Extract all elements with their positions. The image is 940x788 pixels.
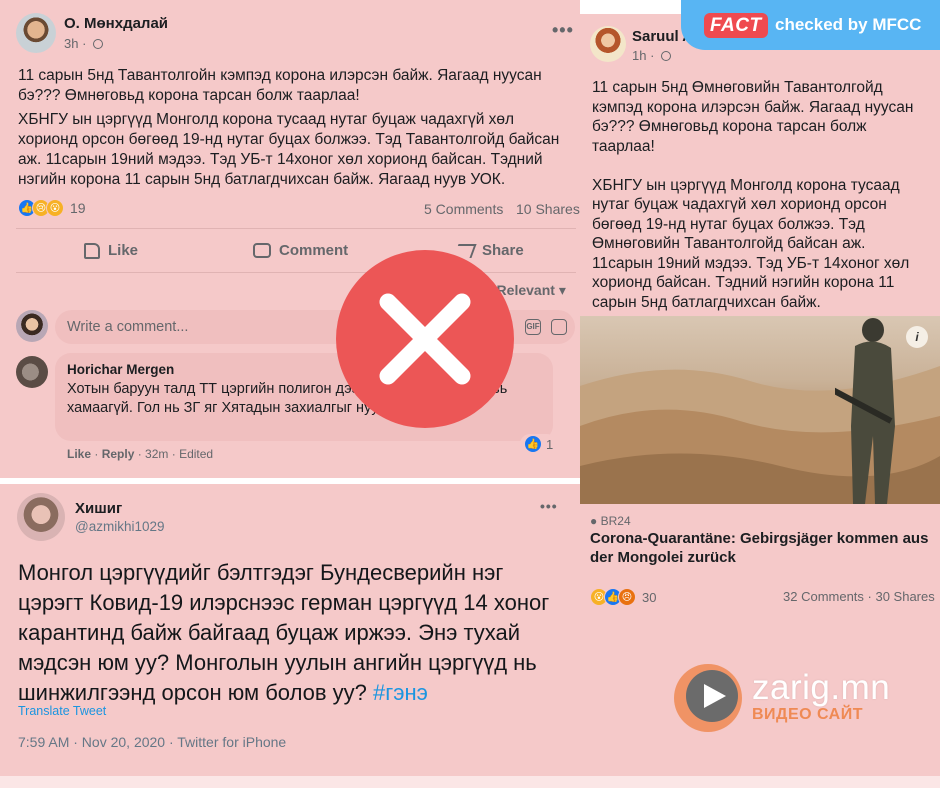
comment-button[interactable]: Comment <box>253 242 348 259</box>
tweet-timestamp[interactable]: 7:59 AM · Nov 20, 2020 · Twitter for iPh… <box>18 734 286 750</box>
chevron-down-icon: ▾ <box>558 282 566 298</box>
comments-count[interactable]: 5 Comments <box>424 201 503 217</box>
watermark-subtitle: ВИДЕО САЙТ <box>752 706 863 723</box>
fact-check-text: checked by MFCC <box>775 15 922 34</box>
post2-stats[interactable]: 32 Comments · 30 Shares <box>783 589 935 604</box>
play-logo-icon <box>674 664 742 732</box>
translate-tweet-link[interactable]: Translate Tweet <box>18 704 106 718</box>
like-reaction-icon: 👍 <box>524 435 542 453</box>
background-tint <box>0 776 940 788</box>
commenter-name[interactable]: Horichar Mergen <box>67 362 174 377</box>
x-mark-icon <box>336 250 514 428</box>
viewer-avatar <box>16 310 48 342</box>
globe-icon <box>661 51 672 61</box>
comment-edited-label: Edited <box>179 447 214 461</box>
comment-reactions[interactable]: 👍 1 <box>520 434 558 454</box>
post2-timestamp[interactable]: 1h · <box>632 48 672 63</box>
post-reactions[interactable]: 👍 😢 😮 19 <box>18 199 86 217</box>
post-author-name[interactable]: О. Мөнхдалай <box>64 15 168 32</box>
comment-actions: Like · Reply · 32m · Edited <box>67 447 214 461</box>
commenter-avatar[interactable] <box>16 356 48 388</box>
post2-text: 11 сарын 5нд Өмнөговийн Тавантолгойд кэм… <box>592 79 914 311</box>
comment-reply-link[interactable]: Reply <box>102 447 135 461</box>
post-author-avatar[interactable] <box>16 13 56 53</box>
tweet-hashtag[interactable]: #гэнэ <box>373 680 428 705</box>
post2-author-avatar[interactable] <box>590 26 626 62</box>
tweet-author-avatar[interactable] <box>17 493 65 541</box>
comment-icon <box>253 243 271 258</box>
link-title[interactable]: Corona-Quarantäne: Gebirgsjäger kommen a… <box>590 529 930 567</box>
wow-reaction-icon: 😮 <box>46 199 64 217</box>
tweet-author-handle[interactable]: @azmikhi1029 <box>75 519 165 534</box>
tweet-more-icon[interactable]: ••• <box>540 498 558 514</box>
post2-reaction-count: 30 <box>642 589 657 605</box>
info-icon[interactable]: i <box>906 326 928 348</box>
gif-icon[interactable]: GIF <box>525 319 541 335</box>
comment-input-placeholder: Write a comment... <box>67 319 189 335</box>
post-text-paragraph-1: 11 сарын 5нд Тавантолгойн кэмпэд корона … <box>18 67 542 104</box>
more-options-icon[interactable]: ••• <box>552 20 574 41</box>
comment-time[interactable]: 32m <box>145 447 168 461</box>
shares-count[interactable]: 10 Shares <box>516 201 580 217</box>
link-source: ● BR24 <box>590 514 631 528</box>
comment-like-link[interactable]: Like <box>67 447 91 461</box>
like-icon <box>84 242 100 259</box>
fact-label: FACT <box>704 13 768 38</box>
soldier-figure-image <box>835 318 895 504</box>
tweet-text: Монгол цэргүүдийг бэлтгэдэг Бундесверийн… <box>18 560 550 705</box>
sticker-icon[interactable] <box>551 319 567 335</box>
reaction-count: 19 <box>70 200 86 216</box>
globe-icon <box>93 39 104 49</box>
watermark-title: zarig.mn <box>752 668 891 707</box>
tweet-author-name[interactable]: Хишиг <box>75 500 122 517</box>
post-text-paragraph-2: ХБНГУ ын цэргүүд Монголд корона тусаад н… <box>18 111 560 188</box>
post-timestamp[interactable]: 3h · <box>64 36 104 51</box>
post2-reactions[interactable]: 😮 👍 😠 30 <box>590 588 656 606</box>
like-button[interactable]: Like <box>84 242 138 259</box>
divider <box>16 228 576 229</box>
angry-reaction-icon: 😠 <box>618 588 636 606</box>
